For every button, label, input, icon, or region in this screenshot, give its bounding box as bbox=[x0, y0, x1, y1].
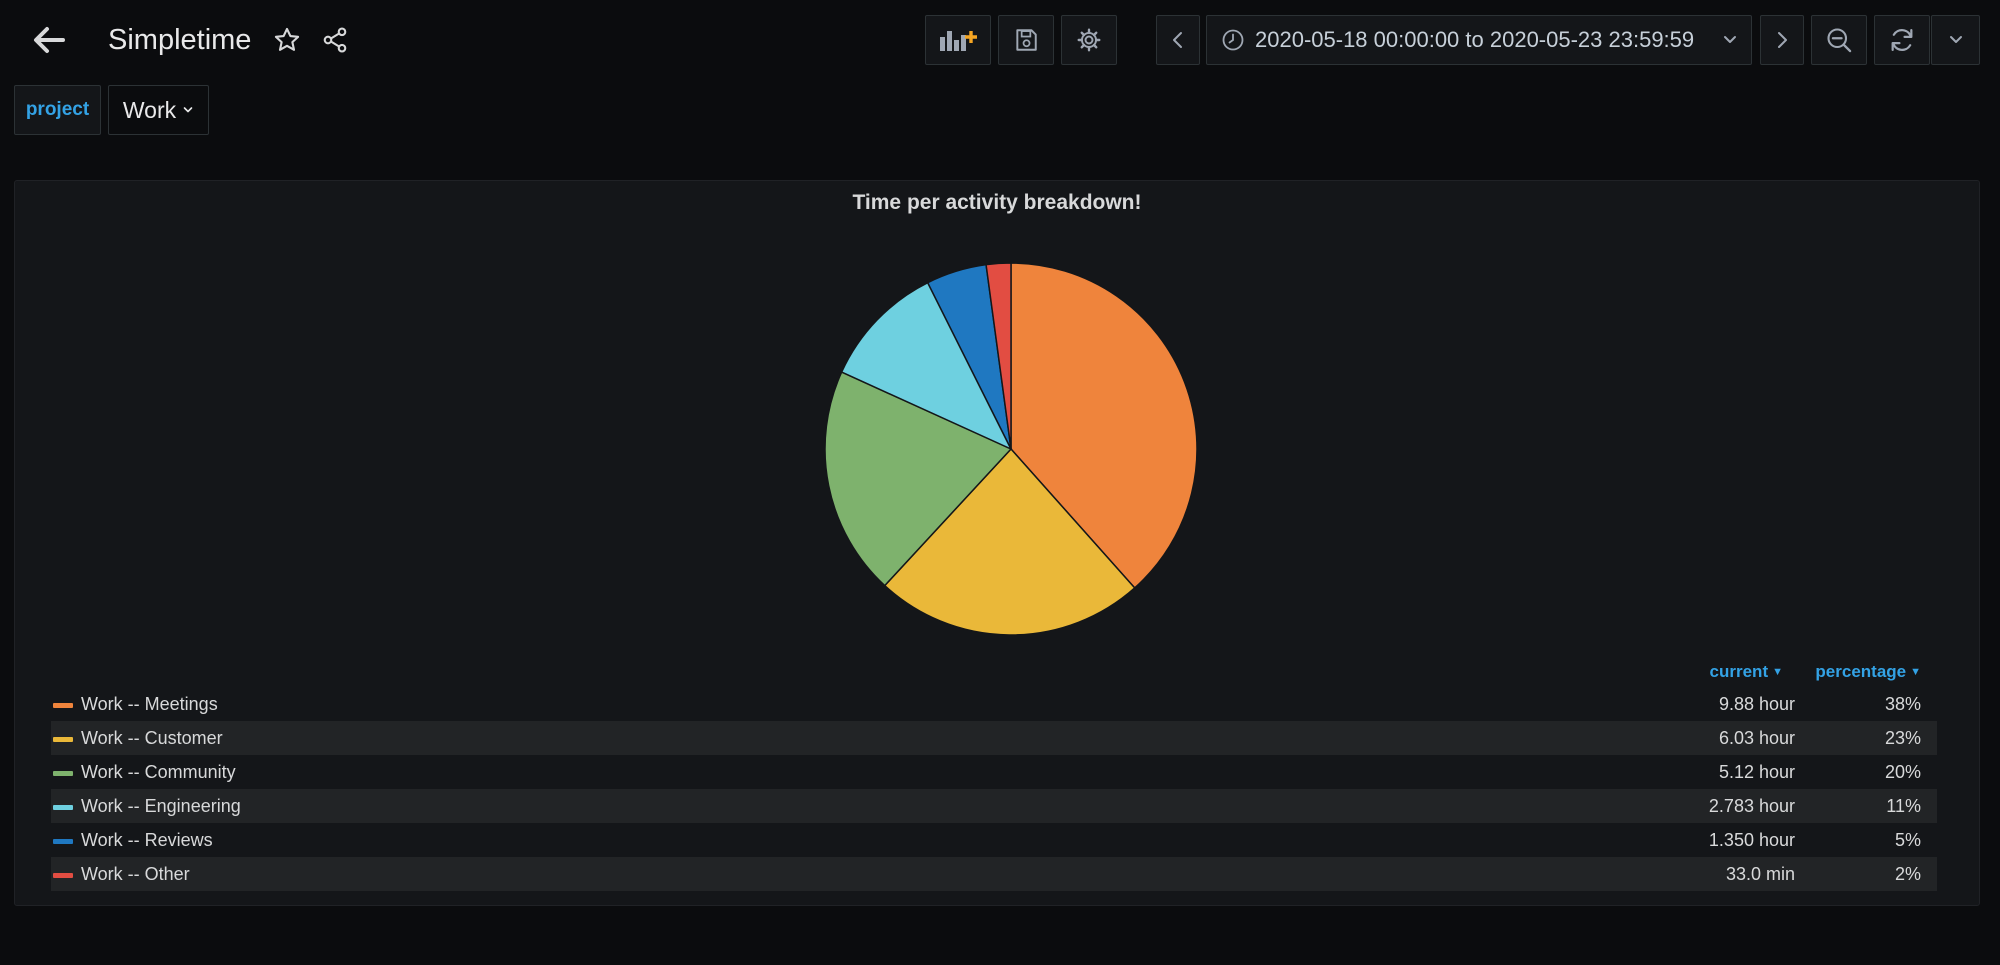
chart-legend: Work -- Meetings 9.88 hour 38% Work -- C… bbox=[51, 687, 1937, 891]
time-shift-back-button[interactable] bbox=[1156, 15, 1200, 65]
chevron-down-icon bbox=[1724, 36, 1736, 43]
chevron-down-icon bbox=[1949, 36, 1962, 43]
legend-series-name[interactable]: Work -- Reviews bbox=[81, 823, 213, 857]
legend-percentage-value: 23% bbox=[1884, 728, 1921, 748]
star-icon bbox=[274, 27, 300, 51]
back-button[interactable] bbox=[22, 20, 76, 60]
legend-percentage-value: 38% bbox=[1884, 694, 1921, 714]
variable-value: Work bbox=[122, 96, 177, 123]
dashboard-settings-button[interactable] bbox=[1061, 15, 1117, 65]
pie-chart-panel: Time per activity breakdown! current ▼ pe… bbox=[14, 180, 1980, 906]
legend-current-value: 2.783 hour bbox=[1708, 796, 1795, 816]
dashboard-title[interactable]: Simpletime bbox=[108, 20, 251, 60]
legend-percentage-value: 5% bbox=[1894, 830, 1921, 850]
legend-current-value: 5.12 hour bbox=[1718, 762, 1795, 782]
variable-select-project[interactable]: Work bbox=[108, 85, 209, 135]
series-color-swatch[interactable] bbox=[53, 703, 73, 708]
legend-row-reviews: Work -- Reviews 1.350 hour 5% bbox=[51, 823, 1937, 857]
arrow-left-icon bbox=[34, 27, 65, 53]
series-color-swatch[interactable] bbox=[53, 805, 73, 810]
variable-label-project: project bbox=[14, 85, 101, 135]
legend-row-customer: Work -- Customer 6.03 hour 23% bbox=[51, 721, 1937, 755]
save-icon bbox=[1016, 29, 1037, 51]
panel-title[interactable]: Time per activity breakdown! bbox=[15, 191, 1979, 215]
clock-icon bbox=[1222, 29, 1244, 51]
legend-row-other: Work -- Other 33.0 min 2% bbox=[51, 857, 1937, 891]
share-icon bbox=[323, 27, 347, 53]
time-range-label: 2020-05-18 00:00:00 to 2020-05-23 23:59:… bbox=[1255, 27, 1695, 52]
gear-icon bbox=[1077, 28, 1101, 52]
zoom-out-icon bbox=[1827, 28, 1852, 53]
series-color-swatch[interactable] bbox=[53, 873, 73, 878]
save-dashboard-button[interactable] bbox=[998, 15, 1054, 65]
refresh-icon bbox=[1891, 28, 1913, 52]
chevron-right-icon bbox=[1778, 32, 1787, 48]
add-panel-button[interactable] bbox=[925, 15, 991, 65]
chevron-left-icon bbox=[1173, 32, 1182, 48]
legend-current-value: 9.88 hour bbox=[1718, 694, 1795, 714]
add-panel-icon bbox=[940, 31, 977, 51]
legend-series-name[interactable]: Work -- Meetings bbox=[81, 687, 218, 721]
refresh-button[interactable] bbox=[1874, 15, 1930, 65]
legend-series-name[interactable]: Work -- Engineering bbox=[81, 789, 241, 823]
legend-percentage-value: 11% bbox=[1886, 796, 1921, 816]
legend-series-name[interactable]: Work -- Community bbox=[81, 755, 236, 789]
series-color-swatch[interactable] bbox=[53, 839, 73, 844]
sort-desc-icon: ▼ bbox=[1772, 666, 1783, 678]
legend-sort-current[interactable]: current ▼ bbox=[1710, 659, 1783, 685]
pie-chart-area bbox=[811, 249, 1211, 649]
legend-current-value: 33.0 min bbox=[1725, 864, 1795, 884]
legend-current-value: 1.350 hour bbox=[1708, 830, 1795, 850]
time-range-picker[interactable]: 2020-05-18 00:00:00 to 2020-05-23 23:59:… bbox=[1206, 15, 1752, 65]
legend-header-current: current bbox=[1709, 662, 1769, 681]
chevron-down-icon bbox=[183, 107, 193, 113]
legend-row-meetings: Work -- Meetings 9.88 hour 38% bbox=[51, 687, 1937, 721]
legend-sort-percentage[interactable]: percentage ▼ bbox=[1815, 659, 1921, 685]
legend-header-percentage: percentage bbox=[1815, 662, 1907, 681]
refresh-interval-dropdown[interactable] bbox=[1931, 15, 1980, 65]
sort-desc-icon: ▼ bbox=[1910, 666, 1921, 678]
legend-percentage-value: 2% bbox=[1894, 864, 1921, 884]
time-shift-forward-button[interactable] bbox=[1760, 15, 1804, 65]
dashboard-header: Simpletime 2020-05-18 00:00:00 to 2020-0… bbox=[0, 0, 2000, 80]
pie-chart bbox=[824, 262, 1198, 636]
series-color-swatch[interactable] bbox=[53, 771, 73, 776]
zoom-out-button[interactable] bbox=[1811, 15, 1867, 65]
series-color-swatch[interactable] bbox=[53, 737, 73, 742]
legend-row-engineering: Work -- Engineering 2.783 hour 11% bbox=[51, 789, 1937, 823]
legend-percentage-value: 20% bbox=[1884, 762, 1921, 782]
share-button[interactable] bbox=[316, 21, 354, 59]
legend-series-name[interactable]: Work -- Customer bbox=[81, 721, 223, 755]
star-button[interactable] bbox=[268, 21, 306, 59]
legend-series-name[interactable]: Work -- Other bbox=[81, 857, 190, 891]
legend-current-value: 6.03 hour bbox=[1718, 728, 1795, 748]
legend-row-community: Work -- Community 5.12 hour 20% bbox=[51, 755, 1937, 789]
